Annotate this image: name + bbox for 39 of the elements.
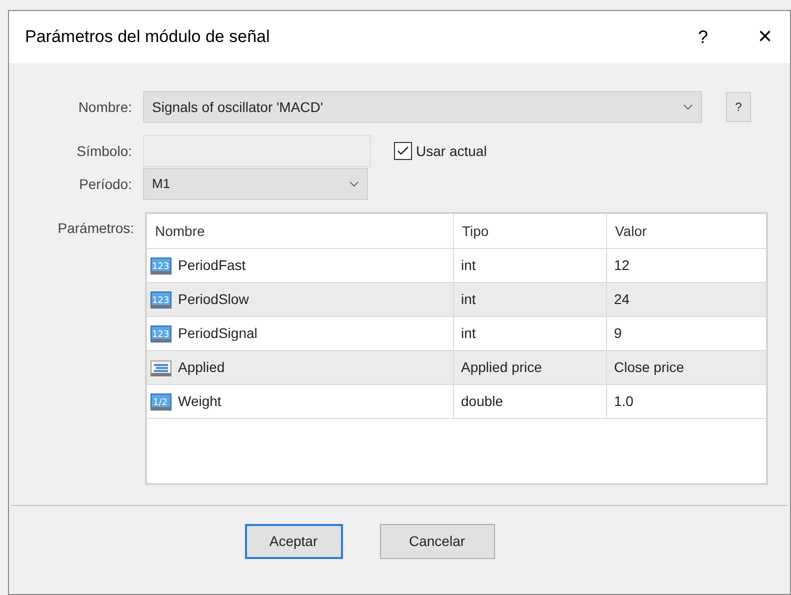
chevron-icon bbox=[349, 181, 359, 187]
window-title: Parámetros del módulo de señal bbox=[25, 26, 271, 48]
table-cell-text: PeriodSlow bbox=[178, 290, 249, 309]
period-dropdown[interactable]: M1 bbox=[143, 168, 368, 200]
table-cell-text: Applied bbox=[178, 358, 225, 377]
checkbox[interactable] bbox=[394, 142, 412, 160]
table-row[interactable]: 1/2 Weight double 1.0 bbox=[147, 384, 766, 418]
help-button[interactable]: ? bbox=[726, 92, 751, 122]
list-icon bbox=[150, 358, 172, 378]
field-label: Período: bbox=[78, 174, 133, 194]
table-cell-text: 12 bbox=[613, 256, 631, 275]
dialog-button[interactable]: Aceptar bbox=[244, 524, 342, 559]
table-cell-text: PeriodFast bbox=[178, 256, 246, 275]
close-button[interactable]: × bbox=[740, 19, 790, 55]
column-header[interactable]: Valor bbox=[607, 214, 766, 248]
help-button[interactable]: ? bbox=[678, 24, 728, 50]
dialog-button[interactable]: Cancelar bbox=[380, 524, 494, 559]
fraction-icon: 1/2 bbox=[150, 392, 172, 412]
number-icon: 123 bbox=[150, 290, 172, 310]
checkbox-label: Usar actual bbox=[416, 142, 487, 160]
table-cell-text: 9 bbox=[613, 324, 623, 343]
symbol-field[interactable] bbox=[143, 135, 371, 167]
number-icon: 123 bbox=[150, 256, 172, 276]
table-row[interactable]: 123 PeriodSignal int 9 bbox=[147, 316, 766, 350]
table-row[interactable]: 123 PeriodSlow int 24 bbox=[147, 282, 766, 316]
field-label: Nombre: bbox=[77, 98, 133, 116]
table-cell-text: Close price bbox=[613, 358, 686, 377]
table-cell: double bbox=[454, 385, 607, 418]
table-row[interactable]: Applied Applied price Close price bbox=[147, 350, 766, 384]
number-icon: 123 bbox=[150, 324, 172, 344]
chevron-icon bbox=[683, 104, 693, 110]
field-label: Símbolo: bbox=[76, 142, 133, 160]
table-cell-text: Weight bbox=[178, 392, 222, 411]
field-label: Parámetros: bbox=[56, 219, 135, 238]
table-cell-text: 24 bbox=[613, 290, 631, 309]
table-cell-text: PeriodSignal bbox=[178, 324, 258, 343]
table-cell-text: 1.0 bbox=[613, 392, 634, 411]
name-dropdown[interactable]: Signals of oscillator 'MACD' bbox=[143, 91, 702, 123]
table-row[interactable]: 123 PeriodFast int 12 bbox=[147, 248, 766, 282]
